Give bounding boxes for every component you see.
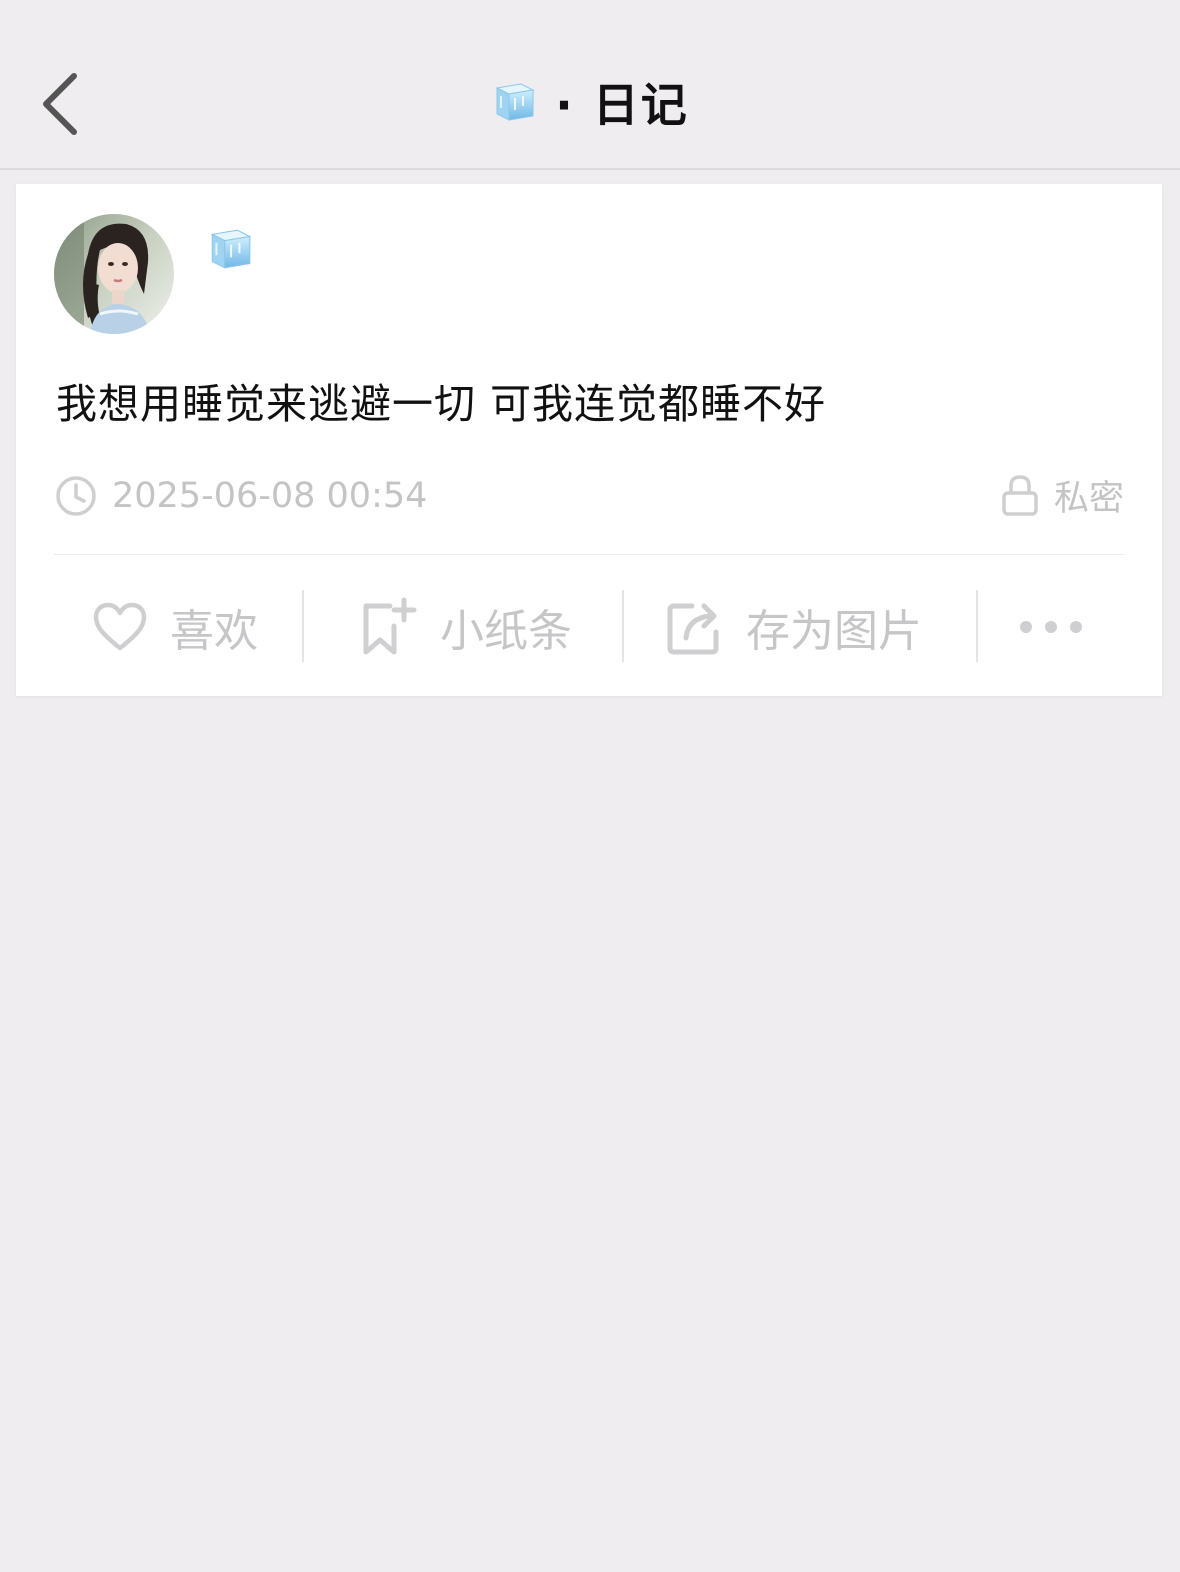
action-separator [302, 590, 304, 662]
privacy-label: 私密 [1053, 478, 1124, 519]
action-separator [976, 590, 978, 662]
save-as-image-button[interactable]: 存为图片 [666, 584, 922, 670]
entry-meta: 2025-06-08 00:54 私密 [54, 472, 1124, 519]
privacy-status[interactable]: 私密 [1000, 472, 1124, 519]
more-button[interactable] [1016, 584, 1086, 670]
note-button[interactable]: 小纸条 [360, 584, 572, 670]
top-nav-bar: · 日记 [0, 0, 1180, 170]
like-label: 喜欢 [170, 606, 258, 657]
save-as-image-label: 存为图片 [746, 606, 922, 657]
share-icon [667, 603, 719, 655]
lock-icon [1002, 475, 1038, 516]
more-icon [1020, 621, 1082, 633]
action-bar: 喜欢 小纸条 存为图片 [16, 584, 1162, 670]
username-ice-cube-icon[interactable] [206, 226, 254, 272]
page-title: · 日记 [0, 70, 1180, 134]
action-separator [622, 590, 624, 662]
bookmark-plus-icon [363, 597, 417, 655]
entry-timestamp: 2025-06-08 00:54 [112, 476, 428, 516]
divider [54, 554, 1124, 555]
diary-entry-card: 我想用睡觉来逃避一切 可我连觉都睡不好 2025-06-08 00:54 私密 … [16, 184, 1162, 696]
note-label: 小纸条 [440, 606, 572, 657]
avatar[interactable] [54, 214, 174, 334]
diary-entry-text: 我想用睡觉来逃避一切 可我连觉都睡不好 [56, 380, 827, 428]
like-button[interactable]: 喜欢 [92, 584, 258, 670]
avatar-photo [54, 214, 174, 334]
page-title-text: · 日记 [555, 78, 689, 132]
ice-cube-emoji-icon [495, 83, 535, 121]
heart-icon [93, 602, 147, 651]
clock-icon [56, 476, 96, 516]
